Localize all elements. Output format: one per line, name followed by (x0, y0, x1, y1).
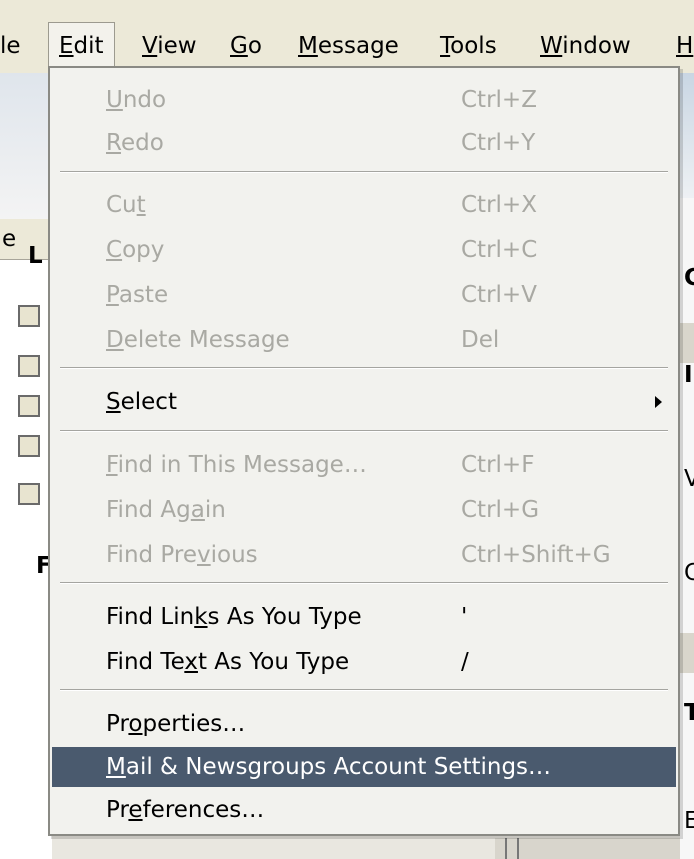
menu-item-copy[interactable]: Copy Ctrl+C (52, 230, 676, 270)
menu-item-label: Preferences… (106, 797, 265, 823)
menu-separator (60, 430, 668, 432)
background-letter: C (684, 265, 694, 291)
background-letter: T (684, 700, 694, 726)
menu-item-find-links-as-you-type[interactable]: Find Links As You Type ' (52, 597, 676, 637)
menu-separator (60, 582, 668, 584)
menu-item-delete-message[interactable]: Delete Message Del (52, 320, 676, 360)
menu-view[interactable]: View (142, 26, 197, 66)
menu-item-select[interactable]: Select (52, 382, 676, 422)
submenu-arrow-icon (655, 396, 662, 408)
menu-bar: le Edit View Go Message Tools Window H (0, 0, 694, 74)
background-letter: E (684, 808, 694, 834)
menu-edit[interactable]: Edit (48, 22, 115, 69)
menu-separator (60, 171, 668, 173)
menu-item-find-in-message[interactable]: Find in This Message… Ctrl+F (52, 445, 676, 485)
menu-item-shortcut: Del (461, 327, 500, 353)
menu-item-label: Find Again (106, 497, 226, 523)
menu-window[interactable]: Window (540, 26, 631, 66)
menu-item-label: Delete Message (106, 327, 290, 353)
background-status-strip (495, 838, 680, 859)
menu-item-shortcut: ' (461, 604, 468, 630)
edit-menu-dropdown: Undo Ctrl+Z Redo Ctrl+Y Cut Ctrl+X Copy Ctrl… (48, 66, 680, 836)
menu-item-label: Redo (106, 130, 164, 156)
menu-item-find-text-as-you-type[interactable]: Find Text As You Type / (52, 642, 676, 682)
menu-item-label: Find Text As You Type (106, 649, 350, 675)
menu-item-label: Copy (106, 237, 165, 263)
menu-item-properties[interactable]: Properties… (52, 704, 676, 744)
menu-item-cut[interactable]: Cut Ctrl+X (52, 185, 676, 225)
menu-item-shortcut: Ctrl+Shift+G (461, 542, 611, 568)
background-toolbar-right (680, 73, 694, 198)
menu-help[interactable]: H (676, 26, 693, 66)
menu-item-shortcut: / (461, 649, 469, 675)
folder-icon (18, 435, 40, 457)
menu-item-label: Select (106, 389, 177, 415)
menu-item-label: Find Previous (106, 542, 258, 568)
folder-icon (18, 395, 40, 417)
menu-file[interactable]: le (0, 26, 21, 66)
background-pane-header: e (0, 219, 54, 260)
menu-item-label: Cut (106, 192, 146, 218)
menu-item-label: Mail & Newsgroups Account Settings… (106, 754, 552, 780)
menu-separator (60, 689, 668, 691)
menu-item-redo[interactable]: Redo Ctrl+Y (52, 123, 676, 163)
background-block (680, 633, 694, 673)
menu-separator (60, 367, 668, 369)
menu-item-account-settings[interactable]: Mail & Newsgroups Account Settings… (52, 747, 676, 787)
background-letter: V (684, 466, 694, 492)
menu-item-shortcut: Ctrl+Y (461, 130, 536, 156)
background-folder-pane: e L F (0, 73, 54, 859)
menu-item-paste[interactable]: Paste Ctrl+V (52, 275, 676, 315)
folder-icon (18, 305, 40, 327)
background-tree-label-top: L (28, 243, 43, 269)
menu-item-shortcut: Ctrl+X (461, 192, 537, 218)
menu-tools[interactable]: Tools (440, 26, 497, 66)
menu-item-find-again[interactable]: Find Again Ctrl+G (52, 490, 676, 530)
menu-item-undo[interactable]: Undo Ctrl+Z (52, 80, 676, 120)
menu-item-label: Find Links As You Type (106, 604, 362, 630)
menu-message[interactable]: Message (298, 26, 399, 66)
menu-item-shortcut: Ctrl+C (461, 237, 538, 263)
background-block (680, 323, 694, 363)
menu-item-shortcut: Ctrl+V (461, 282, 537, 308)
menu-item-preferences[interactable]: Preferences… (52, 790, 676, 830)
background-letter: I (684, 362, 693, 388)
menu-item-shortcut: Ctrl+F (461, 452, 535, 478)
grip-icon (505, 838, 519, 859)
folder-icon (18, 355, 40, 377)
menu-item-label: Undo (106, 87, 167, 113)
background-toolbar (0, 73, 52, 223)
menu-item-shortcut: Ctrl+G (461, 497, 540, 523)
menu-item-find-previous[interactable]: Find Previous Ctrl+Shift+G (52, 535, 676, 575)
menu-item-shortcut: Ctrl+Z (461, 87, 537, 113)
menu-item-label: Paste (106, 282, 169, 308)
menu-item-label: Find in This Message… (106, 452, 367, 478)
menu-go[interactable]: Go (230, 26, 262, 66)
menu-item-label: Properties… (106, 711, 246, 737)
folder-icon (18, 483, 40, 505)
background-letter: C (684, 560, 694, 586)
